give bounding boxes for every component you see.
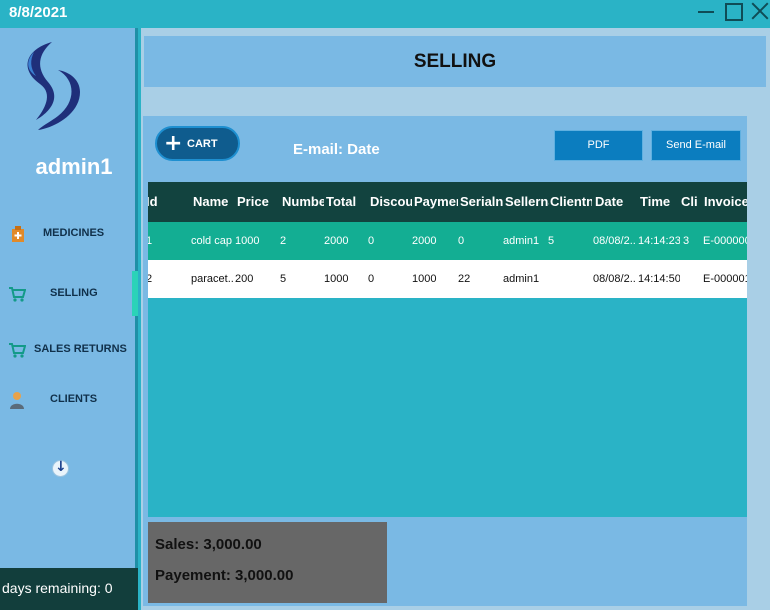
- table-cell: E-000001: [703, 273, 747, 285]
- selling-panel: + CART E-mail: Date PDF Send E-mail IdNa…: [143, 116, 747, 606]
- page-title: SELLING: [413, 51, 497, 72]
- sidebar: admin1 MEDICINES SELLING SALES RETURNS C…: [0, 28, 138, 610]
- medicine-box-icon: [12, 226, 24, 242]
- sales-summary: Sales: 3,000.00 Payement: 3,000.00: [148, 522, 387, 603]
- table-cell: 1: [148, 235, 153, 247]
- days-remaining-text: days remaining: 0: [2, 580, 113, 596]
- column-header[interactable]: Name: [193, 182, 235, 222]
- sidebar-item-label: SELLING: [50, 287, 98, 299]
- column-header[interactable]: Sellerna: [505, 182, 549, 222]
- column-header[interactable]: Time: [640, 182, 678, 222]
- table-cell: 200: [235, 273, 254, 285]
- page-header: SELLING: [144, 36, 766, 87]
- table-cell: 22: [458, 273, 471, 285]
- minimize-icon[interactable]: [696, 0, 718, 24]
- sidebar-item-clients[interactable]: CLIENTS: [0, 386, 135, 416]
- table-header: IdNamePriceNumbeTotalDiscourPaymenSerial…: [148, 182, 747, 222]
- table-cell: 0: [368, 273, 375, 285]
- cart-button-label: CART: [187, 138, 218, 150]
- column-header[interactable]: Discour: [370, 182, 412, 222]
- column-header[interactable]: Price: [237, 182, 281, 222]
- table-cell: cold cap: [191, 235, 232, 247]
- column-header[interactable]: Total: [326, 182, 366, 222]
- scroll-down-icon[interactable]: [52, 459, 69, 477]
- maximize-icon[interactable]: [723, 0, 745, 24]
- column-header[interactable]: Cli: [681, 182, 701, 222]
- title-date: 8/8/2021: [9, 4, 68, 21]
- sidebar-item-selling[interactable]: SELLING: [0, 280, 135, 310]
- table-cell: 1000: [235, 235, 260, 247]
- table-cell: 14:14:50: [638, 273, 680, 285]
- username: admin1: [35, 154, 113, 179]
- table-cell: 0: [458, 235, 465, 247]
- table-row[interactable]: 2 paracet... 200 5 1000 0 1000 22 admin1 08/08/2.…: [148, 260, 747, 298]
- cart-icon: [9, 287, 26, 302]
- table-cell: 08/08/2...: [593, 235, 635, 247]
- table-cell: E-000000: [703, 235, 747, 247]
- table-cell: 5: [280, 273, 287, 285]
- column-header[interactable]: Invoicer: [704, 182, 747, 222]
- cart-button[interactable]: + CART: [155, 126, 240, 161]
- table-cell: 3: [683, 235, 690, 247]
- table-cell: 1000: [412, 273, 437, 285]
- plus-icon: +: [164, 131, 183, 156]
- payment-total: Payement: 3,000.00: [155, 567, 294, 584]
- column-header[interactable]: Paymen: [414, 182, 458, 222]
- days-remaining-bar: days remaining: 0: [0, 568, 138, 610]
- pdf-button[interactable]: PDF: [554, 130, 643, 161]
- column-header[interactable]: Numbe: [282, 182, 324, 222]
- email-date-label: E-mail: Date: [293, 141, 380, 158]
- user-icon: [10, 392, 24, 409]
- table-cell: [683, 260, 701, 298]
- table-cell: 0: [368, 235, 375, 247]
- table-cell: 2: [148, 273, 153, 285]
- send-email-button[interactable]: Send E-mail: [651, 130, 741, 161]
- sidebar-item-sales-returns[interactable]: SALES RETURNS: [0, 336, 135, 366]
- sidebar-item-label: MEDICINES: [43, 227, 105, 239]
- active-indicator: [132, 271, 138, 316]
- table-cell: admin1: [503, 235, 540, 247]
- table-cell: admin1: [503, 273, 540, 285]
- table-cell: 2: [280, 235, 287, 247]
- table-cell: paracet...: [191, 273, 233, 285]
- column-header[interactable]: Clientna: [550, 182, 592, 222]
- sales-total: Sales: 3,000.00: [155, 536, 262, 553]
- table-cell: 08/08/2...: [593, 273, 635, 285]
- column-header[interactable]: Serialnu: [460, 182, 504, 222]
- table-cell: 5: [548, 235, 555, 247]
- app-logo: [27, 42, 80, 130]
- sales-table[interactable]: IdNamePriceNumbeTotalDiscourPaymenSerial…: [148, 182, 747, 517]
- column-header[interactable]: Id: [148, 182, 186, 222]
- sidebar-item-label: CLIENTS: [50, 393, 98, 405]
- column-header[interactable]: Date: [595, 182, 637, 222]
- sidebar-item-medicines[interactable]: MEDICINES: [0, 220, 135, 250]
- table-cell: 2000: [412, 235, 437, 247]
- table-cell: 14:14:23: [638, 235, 680, 247]
- title-bar: 8/8/2021: [0, 0, 770, 28]
- table-cell: 1000: [324, 273, 349, 285]
- table-cell: [548, 260, 590, 298]
- close-icon[interactable]: [750, 0, 770, 24]
- main-content: SELLING + CART E-mail: Date PDF Send E-m…: [141, 28, 770, 610]
- table-row[interactable]: 1 cold cap 1000 2 2000 0 2000 0 admin1 5 08/08/2..…: [148, 222, 747, 260]
- table-cell: 2000: [324, 235, 349, 247]
- cart-return-icon: [9, 343, 26, 358]
- sidebar-item-label: SALES RETURNS: [34, 343, 127, 355]
